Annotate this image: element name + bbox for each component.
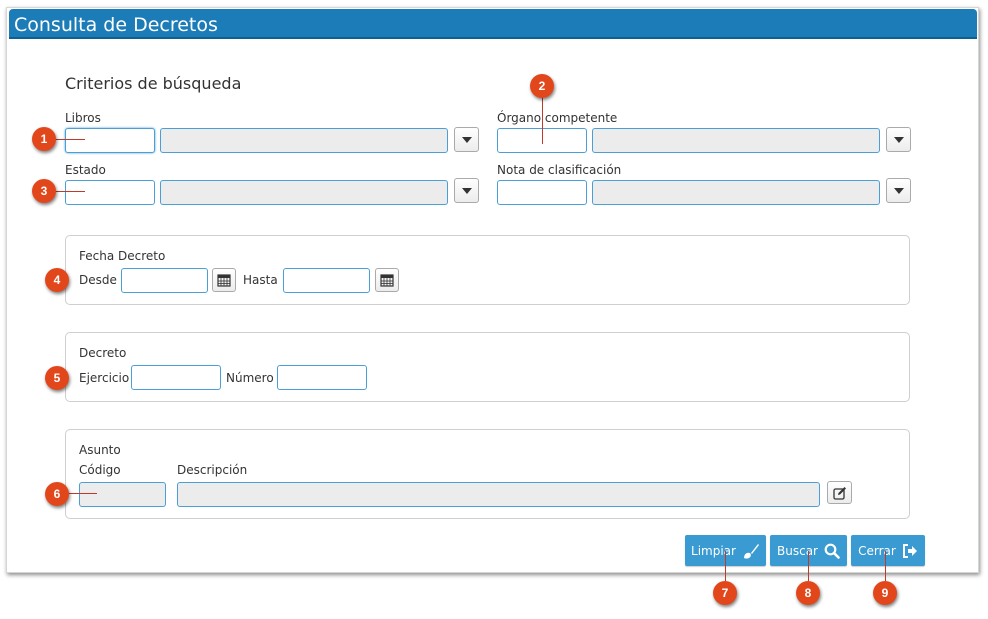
dialog-title: Consulta de Decretos <box>14 14 218 36</box>
hasta-calendar-button[interactable] <box>375 268 399 292</box>
search-icon <box>824 543 840 559</box>
desde-label: Desde <box>79 273 117 287</box>
marker-8: 8 <box>796 581 820 605</box>
organo-label: Órgano competente <box>497 111 618 125</box>
caret-down-icon <box>893 136 904 143</box>
hasta-date-input[interactable] <box>283 268 370 293</box>
callout-line-2 <box>542 97 543 144</box>
caret-down-icon <box>893 187 904 194</box>
marker-5: 5 <box>45 366 69 390</box>
marker-3: 3 <box>32 179 56 203</box>
callout-line-3 <box>55 191 85 192</box>
exit-icon <box>902 543 917 558</box>
cerrar-button[interactable]: Cerrar <box>851 535 925 566</box>
hasta-label: Hasta <box>243 273 278 287</box>
caret-down-icon <box>461 187 472 194</box>
marker-2: 2 <box>530 74 554 98</box>
calendar-icon <box>380 274 394 287</box>
nota-label: Nota de clasificación <box>497 163 622 177</box>
asunto-edit-button[interactable] <box>827 481 852 504</box>
estado-label: Estado <box>65 163 106 177</box>
descripcion-label: Descripción <box>177 463 248 477</box>
marker-6: 6 <box>45 482 69 506</box>
fecha-legend: Fecha Decreto <box>79 249 166 263</box>
numero-input[interactable] <box>277 365 367 390</box>
organo-dropdown-button[interactable] <box>886 127 911 152</box>
marker-9: 9 <box>873 581 897 605</box>
limpiar-label: Limpiar <box>691 543 736 558</box>
marker-4: 4 <box>45 268 69 292</box>
dialog-titlebar: Consulta de Decretos <box>9 9 977 39</box>
marker-1: 1 <box>32 127 56 151</box>
edit-icon <box>832 486 846 500</box>
ejercicio-input[interactable] <box>131 365 221 390</box>
decreto-legend: Decreto <box>79 346 127 360</box>
asunto-legend: Asunto <box>79 443 121 457</box>
asunto-descripcion-field <box>177 482 820 507</box>
desde-date-input[interactable] <box>121 268 208 293</box>
cerrar-label: Cerrar <box>858 543 896 558</box>
calendar-icon <box>217 274 231 287</box>
buscar-label: Buscar <box>777 543 818 558</box>
asunto-codigo-field <box>79 482 166 507</box>
criteria-heading: Criterios de búsqueda <box>65 74 242 93</box>
callout-line-9 <box>885 551 886 581</box>
nota-description-field <box>592 180 880 205</box>
estado-description-field <box>160 180 448 205</box>
callout-line-8 <box>808 551 809 581</box>
organo-description-field <box>592 128 880 153</box>
estado-code-input[interactable] <box>65 180 155 205</box>
callout-line-7 <box>725 551 726 581</box>
brush-icon <box>743 543 759 559</box>
desde-calendar-button[interactable] <box>212 268 236 292</box>
codigo-label: Código <box>79 463 121 477</box>
nota-dropdown-button[interactable] <box>886 178 911 203</box>
libros-description-field <box>160 128 448 153</box>
callout-line-1 <box>55 139 85 140</box>
marker-7: 7 <box>713 581 737 605</box>
caret-down-icon <box>461 136 472 143</box>
estado-dropdown-button[interactable] <box>454 178 479 203</box>
libros-dropdown-button[interactable] <box>454 127 479 152</box>
ejercicio-label: Ejercicio <box>79 371 130 385</box>
libros-label: Libros <box>65 111 101 125</box>
nota-code-input[interactable] <box>497 180 587 205</box>
libros-code-input[interactable] <box>65 128 155 153</box>
numero-label: Número <box>226 371 274 385</box>
